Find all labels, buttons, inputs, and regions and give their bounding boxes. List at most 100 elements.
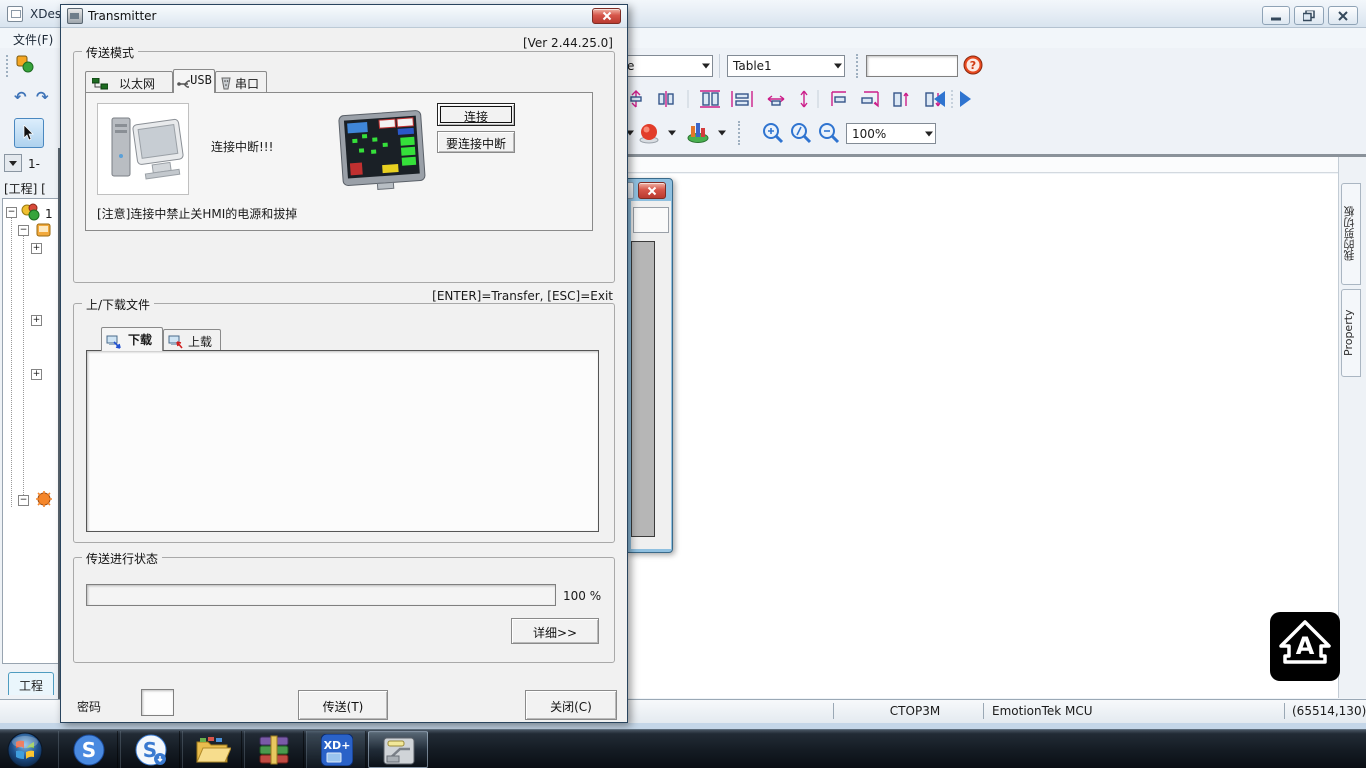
close-icon: [1338, 11, 1348, 21]
app-close-button[interactable]: [1328, 6, 1358, 25]
toolbar-grip: [738, 121, 742, 145]
taskbar-explorer[interactable]: [182, 731, 242, 768]
taskbar-xdesigner[interactable]: XD+: [306, 731, 366, 768]
connect-button[interactable]: 连接: [437, 103, 515, 126]
search-input[interactable]: [866, 55, 958, 77]
tree-expand-box[interactable]: +: [31, 369, 42, 380]
ime-logo-overlay[interactable]: A: [1270, 612, 1340, 681]
app-minimize-button[interactable]: [1262, 6, 1290, 25]
workarea-canvas[interactable]: [620, 174, 1338, 698]
select-tool-button[interactable]: [14, 118, 44, 148]
transmitter-dialog: Transmitter [Ver 2.44.25.0] 传送模式 以太网 USB…: [60, 4, 628, 723]
password-label: 密码: [77, 698, 101, 715]
help-icon[interactable]: ?: [963, 55, 983, 75]
screen-combo[interactable]: e: [621, 55, 713, 77]
sidebar-panel-header: [工程] [: [4, 180, 46, 197]
tab-my-clipboard[interactable]: 我的剪切板: [1341, 183, 1361, 285]
align-toolbar: [628, 88, 978, 110]
transfer-button[interactable]: 传送(T): [298, 690, 388, 720]
zoom-in-icon[interactable]: [762, 122, 784, 144]
desktop: XDesi 文件(F) ↶ ↷: [0, 0, 1366, 768]
chevron-down-icon: [834, 64, 842, 69]
dialog-close-x-button[interactable]: [592, 8, 621, 24]
taskbar-sogou-download[interactable]: S: [120, 731, 180, 768]
tab-serial[interactable]: 串口: [215, 71, 267, 93]
tree-collapse-box[interactable]: −: [6, 207, 17, 218]
svg-text:XD+: XD+: [324, 739, 351, 752]
screens-folder-icon: [35, 221, 53, 239]
close-icon: [602, 12, 611, 21]
statusbar-model: CTOP3M: [860, 704, 970, 718]
screen-combo-value: e: [627, 59, 634, 73]
table-combo-value: Table1: [733, 59, 772, 73]
chart-tool-icon[interactable]: [686, 120, 710, 144]
sidebar-nav-value: 1-: [28, 157, 40, 171]
project-tree[interactable]: − 1 − + + + −: [2, 198, 58, 664]
tab-ethernet-label: 以太网: [119, 77, 155, 91]
background-dialog-close-button[interactable]: [638, 182, 666, 199]
tab-property[interactable]: Property: [1341, 289, 1361, 377]
taskbar-transmitter[interactable]: [368, 731, 428, 768]
taskbar-sogou-browser[interactable]: S: [58, 731, 118, 768]
np-tool-icon[interactable]: [16, 55, 34, 73]
file-listbox[interactable]: [86, 350, 599, 532]
alarm-lamp-icon[interactable]: [638, 122, 660, 144]
toolbar-grip: [856, 54, 860, 78]
next-screen-icon[interactable]: [960, 91, 971, 107]
progress-group-label: 传送进行状态: [82, 550, 162, 567]
tree-collapse-box[interactable]: −: [18, 225, 29, 236]
keyboard-hint: [ENTER]=Transfer, [ESC]=Exit: [432, 289, 613, 303]
svg-text:?: ?: [970, 59, 976, 72]
dropdown-caret[interactable]: [714, 124, 728, 142]
taskbar-winrar[interactable]: [244, 731, 304, 768]
chevron-down-icon: [702, 64, 710, 69]
redo-icon[interactable]: ↷: [36, 88, 49, 106]
cursor-icon: [23, 125, 37, 141]
tree-guide: [23, 229, 24, 499]
tree-collapse-box[interactable]: −: [18, 495, 29, 506]
files-group-label: 上/下载文件: [82, 296, 154, 313]
close-icon: [648, 186, 657, 195]
alarm-node-icon: [35, 490, 53, 508]
xd-plus-icon: XD+: [321, 734, 353, 766]
zoom-reset-icon[interactable]: [790, 122, 812, 144]
tree-expand-box[interactable]: +: [31, 243, 42, 254]
hmi-panel-image: [337, 103, 429, 195]
ethernet-icon: [92, 78, 108, 90]
background-dialog-partial[interactable]: [627, 178, 673, 553]
tab-project[interactable]: 工程: [8, 672, 54, 695]
usb-icon: [177, 78, 190, 90]
chevron-down-icon: [9, 161, 17, 166]
dialog-close-button[interactable]: 关闭(C): [525, 690, 617, 720]
password-input[interactable]: [141, 689, 174, 716]
svg-text:S: S: [82, 738, 96, 762]
chevron-down-icon: [925, 131, 933, 136]
menu-file[interactable]: 文件(F): [13, 31, 53, 48]
tab-download[interactable]: 下载: [101, 327, 163, 351]
dropdown-caret[interactable]: [664, 124, 678, 142]
tab-usb[interactable]: USB: [173, 69, 215, 93]
table-combo[interactable]: Table1: [727, 55, 845, 77]
drive-icon: [382, 736, 416, 766]
disconnect-button[interactable]: 要连接中断: [437, 131, 515, 153]
background-dialog-field: [633, 207, 669, 233]
zoom-combo[interactable]: 100%: [846, 123, 936, 144]
statusbar-separator: [983, 703, 984, 719]
tree-expand-box[interactable]: +: [31, 315, 42, 326]
progress-bar: [86, 584, 556, 606]
prev-screen-icon[interactable]: [934, 91, 945, 107]
zoom-out-icon[interactable]: [818, 122, 840, 144]
app-restore-button[interactable]: [1294, 6, 1324, 25]
sidebar-nav-dropdown[interactable]: [4, 154, 22, 172]
svg-text:A: A: [1296, 632, 1315, 660]
progress-percent: 100 %: [563, 589, 601, 603]
statusbar-separator: [1284, 703, 1285, 719]
details-button[interactable]: 详细>>: [511, 618, 599, 644]
project-root-label[interactable]: 1: [45, 207, 53, 221]
transmitter-app-icon: [67, 8, 83, 24]
dialog-title: Transmitter: [88, 9, 156, 23]
start-button[interactable]: [6, 731, 44, 768]
tab-ethernet[interactable]: 以太网: [85, 71, 173, 93]
undo-icon[interactable]: ↶: [14, 88, 27, 106]
tab-upload[interactable]: 上载: [163, 329, 221, 351]
